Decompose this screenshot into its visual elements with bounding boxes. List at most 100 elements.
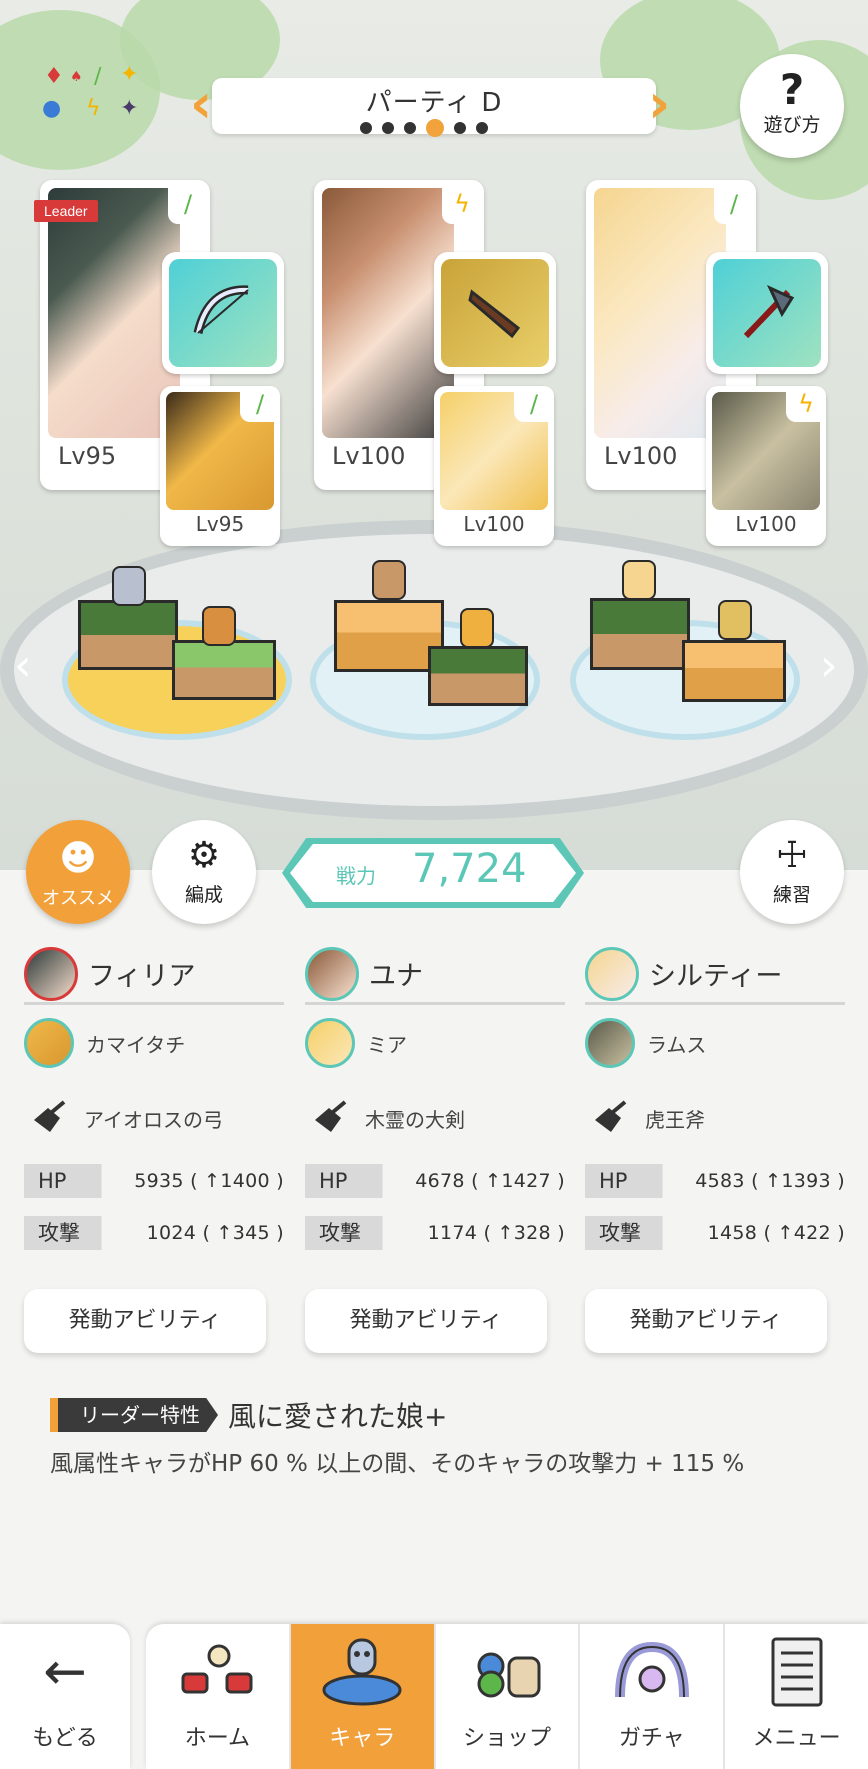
nav-shop[interactable]: ショップ (436, 1624, 581, 1769)
ability-button[interactable]: 発動アビリティ (585, 1289, 827, 1353)
party-scene: ♦ ♠ ∕ ✦ ● ϟ ✦ ‹ パーティ D › ? 遊び方 Leader ∕ … (0, 0, 868, 870)
sub-character-avatar[interactable] (305, 1018, 355, 1068)
sub-character-avatar[interactable] (585, 1018, 635, 1068)
wind-attribute-icon: ∕ (714, 184, 754, 224)
nav-tabs: ホーム キャラ ショップ ガチャ メニュー (146, 1624, 868, 1769)
character-name: シルティー (649, 961, 783, 992)
attack-label: 攻撃 (585, 1216, 695, 1250)
page-dot-active[interactable] (426, 119, 444, 137)
wind-attribute-icon: ∕ (240, 386, 280, 422)
thunder-attribute-icon: ϟ (786, 386, 826, 422)
attack-label: 攻撃 (24, 1216, 134, 1250)
recommend-button[interactable]: ☻ オススメ (26, 820, 130, 924)
help-button[interactable]: ? 遊び方 (740, 54, 844, 158)
character-avatar[interactable] (305, 946, 359, 1001)
sub-character-name: ラムス (647, 1032, 707, 1057)
pixel-character-sprite (622, 560, 656, 600)
hp-value: 5935 ( ↑1400 ) (134, 1170, 284, 1192)
weapon-name: 虎王斧 (645, 1107, 705, 1132)
person-gear-icon: ⚙ (187, 835, 221, 876)
page-dot[interactable] (476, 122, 488, 134)
recommend-icon: ☻ (59, 838, 97, 879)
formation-button[interactable]: ⚙ 編成 (152, 820, 256, 924)
sub-character-level: Lv100 (463, 512, 525, 536)
leader-skill: リーダー特性 風に愛された娘+ 風属性キャラがHP 60 % 以上の間、そのキャ… (50, 1395, 840, 1481)
equipment-slot[interactable] (434, 252, 556, 374)
back-button[interactable]: ← もどる (0, 1624, 130, 1769)
ability-button[interactable]: 発動アビリティ (24, 1289, 266, 1353)
nav-character[interactable]: キャラ (290, 1624, 436, 1769)
attack-value: 1024 ( ↑345 ) (146, 1222, 284, 1244)
character-icon (291, 1624, 434, 1720)
question-icon: ? (779, 65, 805, 114)
nav-label: ショップ (462, 1726, 551, 1751)
practice-button[interactable]: ☩ 練習 (740, 820, 844, 924)
page-dot[interactable] (404, 122, 416, 134)
character-level: Lv95 (58, 442, 117, 470)
thunder-attribute-icon: ϟ (442, 184, 482, 224)
practice-label: 練習 (772, 884, 811, 906)
help-label: 遊び方 (763, 114, 821, 136)
pixel-stand-3 (570, 560, 800, 750)
weapon-name: 木霊の大剣 (365, 1107, 465, 1132)
back-label: もどる (32, 1726, 98, 1751)
equipment-slot[interactable] (162, 252, 284, 374)
hp-value: 4583 ( ↑1393 ) (695, 1170, 845, 1192)
weapon-icon (305, 1094, 353, 1142)
next-party-button[interactable]: › (648, 77, 674, 134)
pixel-stand-1 (62, 560, 292, 750)
scroll-right-arrow-icon[interactable]: › (820, 640, 838, 691)
weapon-icon (24, 1094, 72, 1142)
wind-attribute-icon: ∕ (514, 386, 554, 422)
pixel-character-sprite (460, 608, 494, 648)
pixel-character-sprite (112, 566, 146, 606)
nav-label: ガチャ (618, 1726, 685, 1751)
hp-label: HP (585, 1164, 695, 1198)
home-icon (146, 1624, 289, 1720)
sub-character-level: Lv100 (735, 512, 797, 536)
page-dot[interactable] (360, 122, 372, 134)
scroll-left-arrow-icon[interactable]: ‹ (14, 640, 32, 691)
equipment-slot[interactable] (706, 252, 828, 374)
member-info-3: シルティー ラムス 虎王斧 HP 4583 ( ↑1393 ) 攻撃 1458 ( … (585, 945, 845, 1353)
party-page-dots (360, 119, 488, 137)
member-info-2: ユナ ミア 木霊の大剣 HP 4678 ( ↑1427 ) 攻撃 1174 ( ↑3… (305, 945, 565, 1353)
nav-menu[interactable]: メニュー (725, 1624, 868, 1769)
leader-skill-description: 風属性キャラがHP 60 % 以上の間、そのキャラの攻撃力 + 115 % (50, 1451, 745, 1477)
element-filter-icon[interactable]: ♦ ♠ ∕ ✦ ● ϟ ✦ (40, 64, 150, 138)
hp-label: HP (305, 1164, 415, 1198)
sub-character-name: ミア (367, 1032, 407, 1057)
power-value: 7,724 (412, 846, 527, 892)
attack-value: 1458 ( ↑422 ) (707, 1222, 845, 1244)
bow-icon (169, 259, 277, 367)
character-level: Lv100 (332, 442, 406, 470)
sub-member-card-3[interactable]: ϟ Lv100 (706, 386, 826, 546)
ability-button[interactable]: 発動アビリティ (305, 1289, 547, 1353)
hp-label: HP (24, 1164, 134, 1198)
nav-label: ホーム (184, 1726, 251, 1751)
nav-home[interactable]: ホーム (146, 1624, 291, 1769)
page-dot[interactable] (382, 122, 394, 134)
wind-attribute-icon: ∕ (168, 184, 208, 224)
shop-icon (436, 1624, 579, 1720)
sub-character-avatar[interactable] (24, 1018, 74, 1068)
menu-icon (725, 1624, 868, 1720)
attack-value: 1174 ( ↑328 ) (427, 1222, 565, 1244)
sub-member-card-2[interactable]: ∕ Lv100 (434, 386, 554, 546)
nav-label: キャラ (329, 1726, 396, 1751)
character-avatar[interactable] (585, 946, 639, 1001)
training-dummy-icon: ☩ (775, 835, 809, 876)
sub-character-name: カマイタチ (86, 1032, 186, 1057)
character-avatar[interactable] (24, 946, 78, 1001)
page-dot[interactable] (454, 122, 466, 134)
formation-label: 編成 (184, 884, 223, 906)
character-name: ユナ (369, 961, 423, 992)
attack-label: 攻撃 (305, 1216, 415, 1250)
sub-member-card-1[interactable]: ∕ Lv95 (160, 386, 280, 546)
weapon-icon (585, 1094, 633, 1142)
power-label: 戦力 (336, 864, 376, 888)
nav-label: メニュー (752, 1726, 841, 1751)
pixel-character-sprite (372, 560, 406, 600)
nav-gacha[interactable]: ガチャ (580, 1624, 726, 1769)
gacha-icon (580, 1624, 723, 1720)
